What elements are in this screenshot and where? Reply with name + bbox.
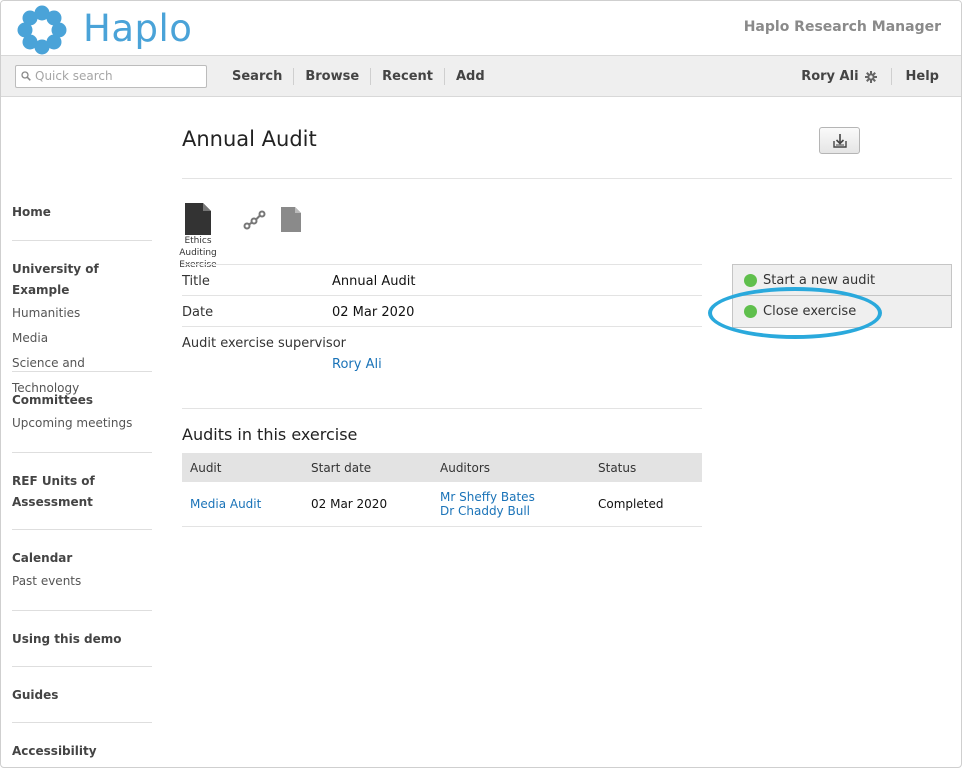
audits-table: Audit Start date Auditors Status Media A… bbox=[182, 453, 702, 527]
sidebar-group-demo: Using this demo bbox=[12, 611, 152, 667]
title-area: Annual Audit bbox=[182, 127, 952, 179]
document-type-icon[interactable] bbox=[185, 203, 211, 235]
logo-text[interactable]: Haplo bbox=[83, 7, 192, 50]
field-value: 02 Mar 2020 bbox=[332, 305, 415, 320]
action-label: Start a new audit bbox=[763, 273, 876, 288]
sidebar-item-university[interactable]: University of Example bbox=[12, 259, 152, 301]
field-label: Date bbox=[182, 305, 214, 320]
green-dot-icon bbox=[744, 305, 757, 318]
sidebar-group-accessibility: Accessibility bbox=[12, 723, 152, 763]
sidebar-item-upcoming-meetings[interactable]: Upcoming meetings bbox=[12, 411, 152, 436]
help-link[interactable]: Help bbox=[890, 68, 939, 85]
sidebar: Home University of Example Humanities Me… bbox=[12, 97, 152, 763]
linked-items-icon[interactable] bbox=[243, 209, 267, 231]
action-panel: Start a new audit Close exercise bbox=[732, 264, 952, 328]
sidebar-item-calendar[interactable]: Calendar bbox=[12, 548, 152, 569]
nav-right: Rory Ali Help bbox=[801, 68, 939, 85]
auditor-link[interactable]: Dr Chaddy Bull bbox=[440, 504, 582, 518]
table-row: Media Audit 02 Mar 2020 Mr Sheffy Bates … bbox=[182, 482, 702, 527]
sidebar-item-past-events[interactable]: Past events bbox=[12, 569, 152, 594]
column-header-start-date: Start date bbox=[303, 453, 432, 482]
nav-search-link[interactable]: Search bbox=[221, 68, 295, 85]
page-title: Annual Audit bbox=[182, 127, 317, 151]
column-header-audit: Audit bbox=[182, 453, 303, 482]
start-date-cell: 02 Mar 2020 bbox=[303, 482, 432, 527]
sidebar-group-guides: Guides bbox=[12, 667, 152, 723]
field-label: Title bbox=[182, 274, 210, 289]
nav-links: Search Browse Recent Add bbox=[221, 68, 496, 85]
field-value: Annual Audit bbox=[332, 274, 416, 289]
sidebar-group-calendar: Calendar Past events bbox=[12, 530, 152, 611]
column-header-auditors: Auditors bbox=[432, 453, 590, 482]
search-input[interactable]: Quick search bbox=[15, 65, 207, 88]
sidebar-item-media[interactable]: Media bbox=[12, 326, 152, 351]
sidebar-item-humanities[interactable]: Humanities bbox=[12, 301, 152, 326]
document-icon[interactable] bbox=[281, 207, 301, 232]
field-label: Audit exercise supervisor bbox=[182, 336, 346, 351]
gear-icon[interactable] bbox=[864, 70, 877, 83]
action-label: Close exercise bbox=[763, 304, 857, 319]
nav-add-link[interactable]: Add bbox=[445, 68, 496, 85]
field-title: Title Annual Audit bbox=[182, 264, 702, 295]
header: Haplo Haplo Research Manager bbox=[1, 1, 961, 55]
app-window: Haplo Haplo Research Manager Quick searc… bbox=[0, 0, 962, 768]
sidebar-item-committees[interactable]: Committees bbox=[12, 390, 152, 411]
audits-section-title: Audits in this exercise bbox=[182, 425, 358, 444]
download-icon bbox=[833, 134, 847, 148]
search-icon bbox=[21, 71, 31, 81]
download-button[interactable] bbox=[819, 127, 860, 154]
sidebar-item-ref-units[interactable]: REF Units of Assessment bbox=[12, 471, 102, 513]
close-exercise-button[interactable]: Close exercise bbox=[732, 296, 952, 328]
green-dot-icon bbox=[744, 274, 757, 287]
haplo-logo-icon[interactable] bbox=[17, 5, 67, 55]
document-icons: Ethics Auditing Exercise bbox=[167, 203, 317, 270]
sidebar-group-home: Home bbox=[12, 97, 152, 241]
sidebar-item-using-demo[interactable]: Using this demo bbox=[12, 629, 152, 650]
user-menu[interactable]: Rory Ali bbox=[801, 69, 864, 84]
audit-link[interactable]: Media Audit bbox=[182, 482, 303, 527]
sidebar-item-accessibility[interactable]: Accessibility bbox=[12, 741, 152, 762]
sidebar-item-home[interactable]: Home bbox=[12, 202, 152, 223]
nav-recent-link[interactable]: Recent bbox=[371, 68, 445, 85]
table-header-row: Audit Start date Auditors Status bbox=[182, 453, 702, 482]
field-date: Date 02 Mar 2020 bbox=[182, 295, 702, 326]
sidebar-item-guides[interactable]: Guides bbox=[12, 685, 152, 706]
sidebar-group-university: University of Example Humanities Media S… bbox=[12, 241, 152, 395]
field-supervisor: Audit exercise supervisor Rory Ali bbox=[182, 326, 702, 409]
navbar: Quick search Search Browse Recent Add Ro… bbox=[1, 55, 961, 97]
search-placeholder: Quick search bbox=[35, 69, 113, 83]
supervisor-link[interactable]: Rory Ali bbox=[182, 351, 702, 372]
nav-browse-link[interactable]: Browse bbox=[294, 68, 372, 85]
column-header-status: Status bbox=[590, 453, 702, 482]
app-name: Haplo Research Manager bbox=[743, 19, 941, 35]
status-cell: Completed bbox=[590, 482, 702, 527]
sidebar-group-ref: REF Units of Assessment bbox=[12, 453, 152, 530]
auditor-link[interactable]: Mr Sheffy Bates bbox=[440, 490, 582, 504]
auditors-cell: Mr Sheffy Bates Dr Chaddy Bull bbox=[432, 482, 590, 527]
start-new-audit-button[interactable]: Start a new audit bbox=[732, 264, 952, 296]
object-fields: Title Annual Audit Date 02 Mar 2020 Audi… bbox=[182, 264, 702, 409]
